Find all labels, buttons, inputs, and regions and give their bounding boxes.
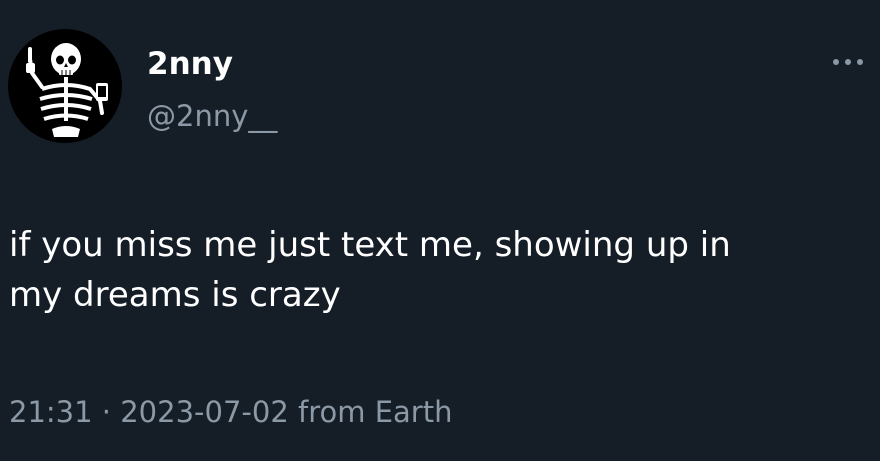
author-display-name[interactable]: 2nny bbox=[147, 44, 233, 84]
author-handle[interactable]: @2nny__ bbox=[147, 97, 277, 135]
more-options-button[interactable] bbox=[828, 52, 868, 72]
skeleton-avatar-icon[interactable] bbox=[8, 29, 122, 143]
tweet-text: if you miss me just text me, showing up … bbox=[9, 220, 869, 320]
meta-separator: · bbox=[92, 395, 121, 429]
tweet-source: from Earth bbox=[288, 395, 453, 429]
more-dots-icon bbox=[833, 59, 863, 65]
tweet-text-line: if you miss me just text me, showing up … bbox=[9, 225, 731, 265]
tweet-metadata: 21:31 · 2023-07-02 from Earth bbox=[9, 392, 452, 432]
tweet-card: 2nny @2nny__ if you miss me just text me… bbox=[0, 0, 880, 461]
tweet-date[interactable]: 2023-07-02 bbox=[120, 395, 289, 429]
tweet-text-line: my dreams is crazy bbox=[9, 275, 341, 315]
tweet-time[interactable]: 21:31 bbox=[9, 395, 93, 429]
